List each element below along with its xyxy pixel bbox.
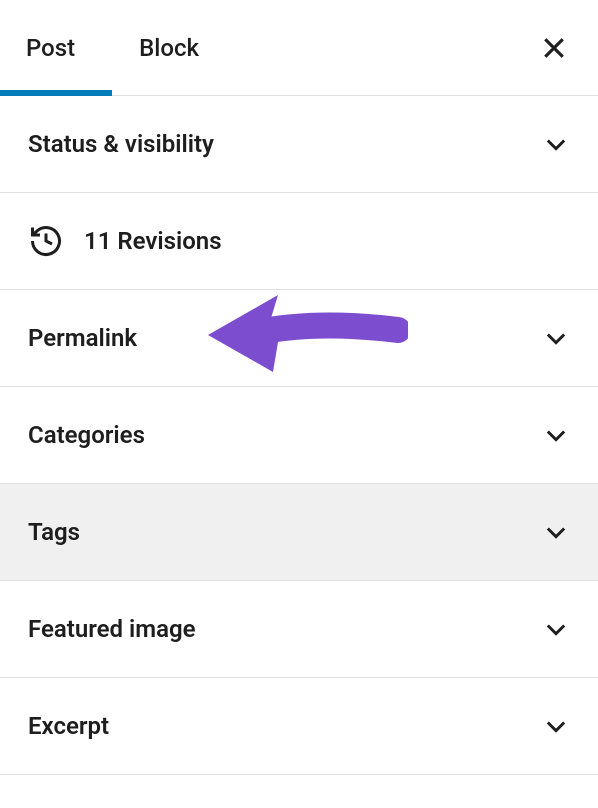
- panel-permalink[interactable]: Permalink: [0, 290, 598, 387]
- chevron-down-icon: [542, 130, 570, 158]
- panel-status-label: Status & visibility: [28, 130, 214, 158]
- chevron-down-icon: [542, 421, 570, 449]
- panel-categories[interactable]: Categories: [0, 387, 598, 484]
- panel-status-visibility[interactable]: Status & visibility: [0, 96, 598, 193]
- tab-post[interactable]: Post: [26, 0, 75, 95]
- chevron-down-icon: [542, 615, 570, 643]
- history-icon: [28, 223, 64, 259]
- close-button[interactable]: [536, 30, 572, 66]
- chevron-down-icon: [542, 324, 570, 352]
- chevron-down-icon: [542, 518, 570, 546]
- panel-tags-label: Tags: [28, 518, 80, 546]
- panel-excerpt-label: Excerpt: [28, 712, 109, 740]
- tab-post-label: Post: [26, 34, 75, 62]
- panel-categories-label: Categories: [28, 421, 145, 449]
- panel-featured-image[interactable]: Featured image: [0, 581, 598, 678]
- panel-tags[interactable]: Tags: [0, 484, 598, 581]
- panel-excerpt[interactable]: Excerpt: [0, 678, 598, 775]
- tabs-header: Post Block: [0, 0, 598, 96]
- tab-block-label: Block: [139, 34, 199, 62]
- panel-featured-image-label: Featured image: [28, 615, 196, 643]
- chevron-down-icon: [542, 712, 570, 740]
- panel-permalink-label: Permalink: [28, 324, 137, 352]
- panel-revisions[interactable]: 11 Revisions: [0, 193, 598, 290]
- close-icon: [539, 33, 569, 63]
- tab-block[interactable]: Block: [139, 0, 199, 95]
- revisions-label: 11 Revisions: [84, 227, 222, 255]
